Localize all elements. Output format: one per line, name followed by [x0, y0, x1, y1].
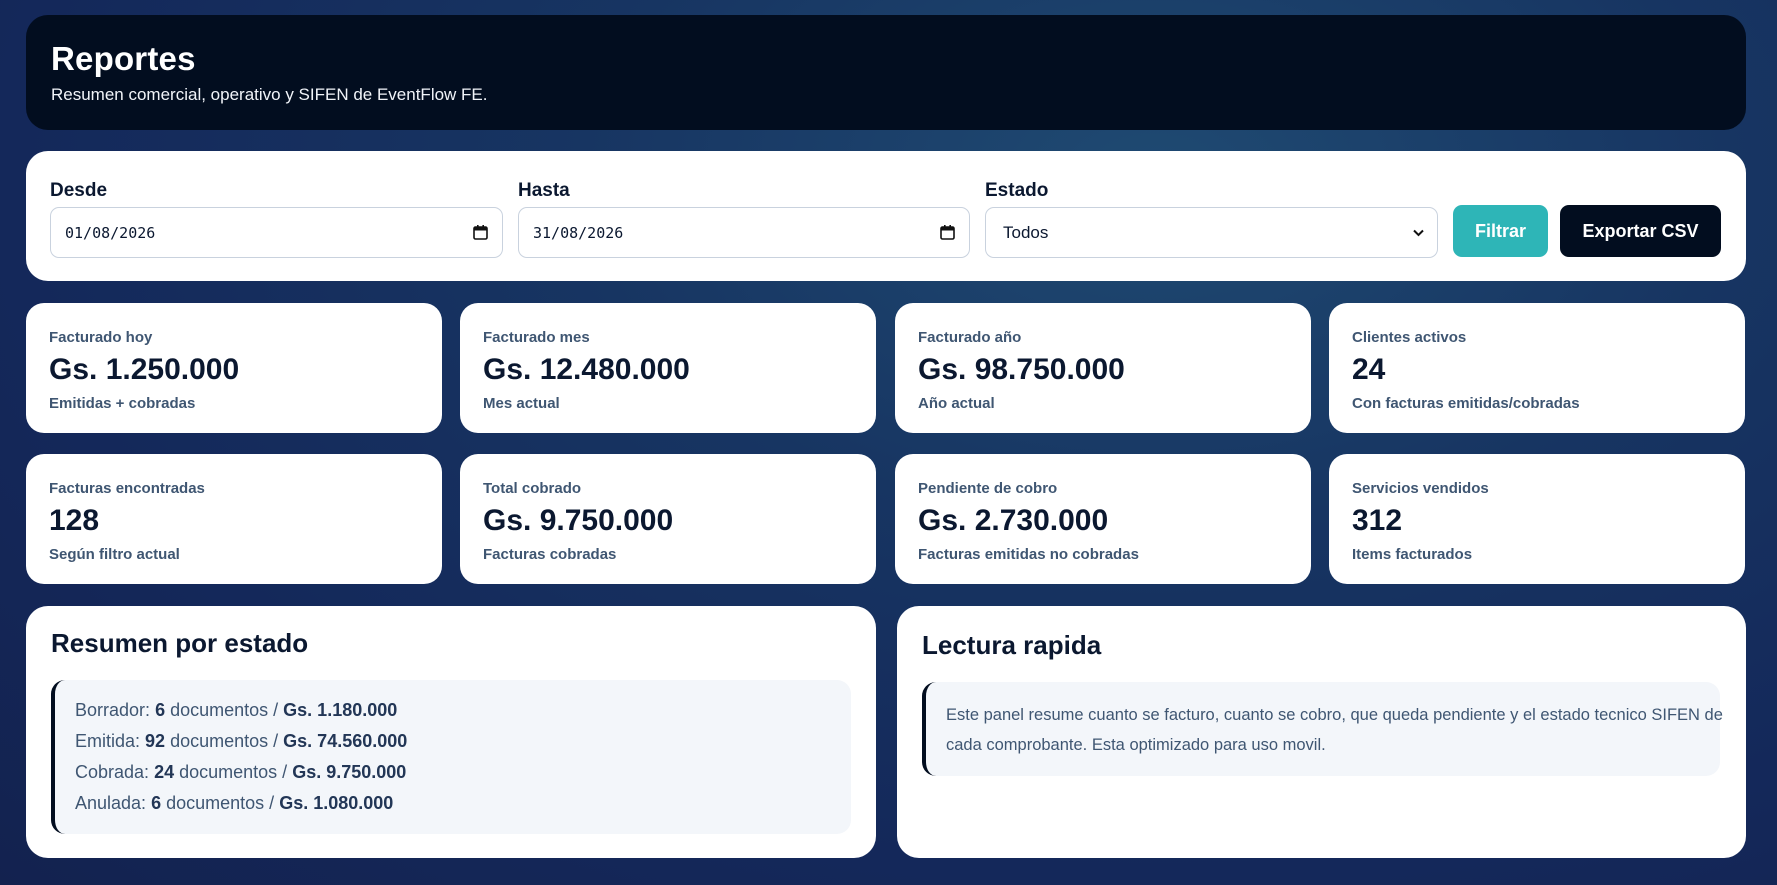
status-row-emitida: Emitida: 92 documentos / Gs. 74.560.000	[75, 731, 408, 751]
kpi-label: Facturas encontradas	[49, 480, 205, 497]
desde-date-value: 01/08/2026	[65, 223, 156, 242]
quick-read-text: Este panel resume cuanto se facturo, cua…	[946, 706, 1723, 754]
kpi-value: 312	[1352, 504, 1403, 537]
kpi-label: Facturado hoy	[49, 329, 153, 346]
kpi-card: Pendiente de cobro Gs. 2.730.000 Factura…	[895, 454, 1311, 584]
page-subtitle: Resumen comercial, operativo y SIFEN de …	[51, 85, 488, 104]
kpi-sublabel: Facturas emitidas no cobradas	[918, 546, 1139, 563]
kpi-card: Facturas encontradas 128 Según filtro ac…	[26, 454, 442, 584]
page-header: Reportes Resumen comercial, operativo y …	[26, 15, 1746, 130]
desde-label: Desde	[50, 180, 108, 201]
kpi-card: Facturado mes Gs. 12.480.000 Mes actual	[460, 303, 876, 433]
kpi-card: Servicios vendidos 312 Items facturados	[1329, 454, 1745, 584]
hasta-date-value: 31/08/2026	[533, 223, 624, 242]
kpi-value: Gs. 2.730.000	[918, 504, 1109, 537]
hasta-date-input[interactable]: 31/08/2026	[518, 207, 970, 258]
kpi-label: Facturado año	[918, 329, 1022, 346]
filters-panel: Desde 01/08/2026 Hasta 31/08/2026 Estado…	[26, 151, 1746, 281]
kpi-value: 24	[1352, 353, 1386, 386]
status-row-borrador: Borrador: 6 documentos / Gs. 1.180.000	[75, 700, 398, 720]
kpi-sublabel: Mes actual	[483, 395, 560, 412]
page-title: Reportes	[51, 40, 196, 77]
kpi-sublabel: Con facturas emitidas/cobradas	[1352, 395, 1580, 412]
kpi-label: Pendiente de cobro	[918, 480, 1058, 497]
estado-select-value: Todos	[1003, 222, 1049, 242]
calendar-icon[interactable]	[473, 224, 488, 240]
status-summary-box: Borrador: 6 documentos / Gs. 1.180.000 E…	[51, 680, 851, 834]
kpi-value: Gs. 9.750.000	[483, 504, 674, 537]
export-csv-button[interactable]: Exportar CSV	[1560, 205, 1721, 257]
kpi-label: Total cobrado	[483, 480, 582, 497]
filter-button[interactable]: Filtrar	[1453, 205, 1548, 257]
kpi-card: Facturado hoy Gs. 1.250.000 Emitidas + c…	[26, 303, 442, 433]
kpi-card: Clientes activos 24 Con facturas emitida…	[1329, 303, 1745, 433]
status-row-anulada: Anulada: 6 documentos / Gs. 1.080.000	[75, 793, 394, 813]
status-summary-panel: Resumen por estado Borrador: 6 documento…	[26, 606, 876, 858]
kpi-label: Servicios vendidos	[1352, 480, 1489, 497]
kpi-card: Total cobrado Gs. 9.750.000 Facturas cob…	[460, 454, 876, 584]
status-row-cobrada: Cobrada: 24 documentos / Gs. 9.750.000	[75, 762, 407, 782]
kpi-sublabel: Según filtro actual	[49, 546, 180, 563]
kpi-sublabel: Items facturados	[1352, 546, 1473, 563]
quick-read-box: Este panel resume cuanto se facturo, cua…	[922, 682, 1723, 776]
kpi-sublabel: Emitidas + cobradas	[49, 395, 196, 412]
kpi-sublabel: Año actual	[918, 395, 995, 412]
kpi-card: Facturado año Gs. 98.750.000 Año actual	[895, 303, 1311, 433]
kpi-sublabel: Facturas cobradas	[483, 546, 617, 563]
kpi-value: Gs. 12.480.000	[483, 353, 690, 386]
kpi-value: Gs. 1.250.000	[49, 353, 240, 386]
kpi-label: Facturado mes	[483, 329, 590, 346]
status-summary-title: Resumen por estado	[51, 628, 309, 658]
chevron-down-icon	[1413, 229, 1424, 237]
hasta-label: Hasta	[518, 180, 570, 201]
estado-select[interactable]: Todos	[985, 207, 1438, 258]
desde-date-input[interactable]: 01/08/2026	[50, 207, 503, 258]
estado-label: Estado	[985, 180, 1049, 201]
kpi-value: Gs. 98.750.000	[918, 353, 1125, 386]
kpi-value: 128	[49, 504, 100, 537]
quick-read-title: Lectura rapida	[922, 630, 1102, 660]
quick-read-panel: Lectura rapida Este panel resume cuanto …	[897, 606, 1746, 858]
kpi-label: Clientes activos	[1352, 329, 1467, 346]
calendar-icon[interactable]	[940, 224, 955, 240]
